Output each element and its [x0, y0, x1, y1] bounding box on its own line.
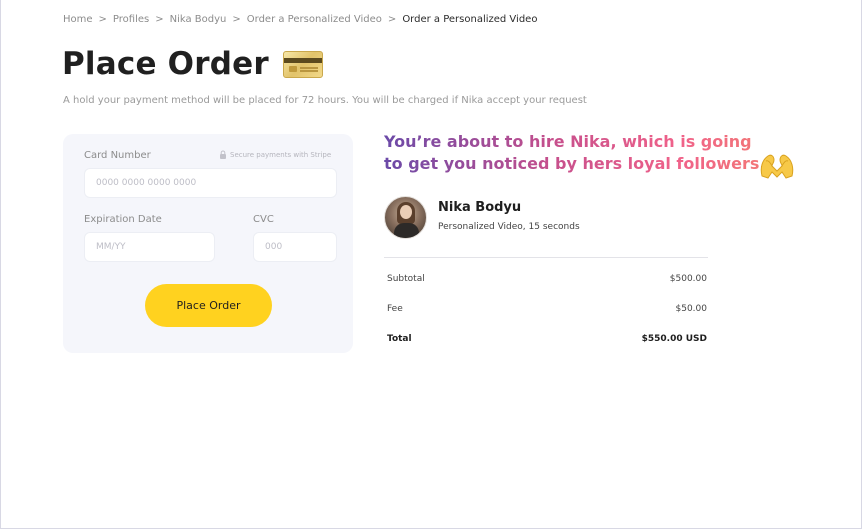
- breadcrumb: Home > Profiles > Nika Bodyu > Order a P…: [63, 14, 537, 25]
- breadcrumb-separator: >: [387, 14, 397, 25]
- heart-hands-icon: [758, 152, 796, 180]
- breadcrumb-current: Order a Personalized Video: [402, 14, 538, 25]
- page-title: Place Order: [62, 46, 269, 82]
- headline-line-1: You’re about to hire Nika, which is goin…: [384, 132, 752, 151]
- creator-name: Nika Bodyu: [438, 200, 522, 215]
- lock-icon: [219, 150, 227, 159]
- subtotal-value: $500.00: [669, 274, 707, 284]
- headline-line-2: to get you noticed by hers loyal followe…: [384, 154, 766, 173]
- order-headline: You’re about to hire Nika, which is goin…: [384, 131, 804, 175]
- page-subtitle: A hold your payment method will be place…: [63, 95, 587, 106]
- breadcrumb-order-video[interactable]: Order a Personalized Video: [247, 14, 382, 25]
- breadcrumb-separator: >: [232, 14, 241, 25]
- title-row: Place Order: [62, 46, 323, 82]
- creator-avatar: [384, 196, 427, 239]
- breadcrumb-separator: >: [155, 14, 164, 25]
- place-order-button[interactable]: Place Order: [145, 284, 272, 327]
- fee-label: Fee: [387, 304, 403, 314]
- breadcrumb-separator: >: [98, 14, 107, 25]
- total-value: $550.00 USD: [641, 334, 707, 344]
- credit-card-icon: [282, 50, 323, 78]
- expiration-date-label: Expiration Date: [84, 214, 162, 225]
- secure-payment-note: Secure payments with Stripe: [219, 150, 331, 159]
- card-number-input[interactable]: [84, 168, 337, 198]
- cvc-label: CVC: [253, 214, 274, 225]
- breadcrumb-profile-name[interactable]: Nika Bodyu: [170, 14, 227, 25]
- summary-divider: [384, 257, 708, 258]
- payment-card-form: Card Number Secure payments with Stripe …: [63, 134, 353, 353]
- breadcrumb-home[interactable]: Home: [63, 14, 93, 25]
- fee-value: $50.00: [675, 304, 708, 314]
- card-number-label: Card Number: [84, 150, 151, 161]
- subtotal-label: Subtotal: [387, 274, 425, 284]
- total-label: Total: [387, 334, 412, 344]
- order-product: Personalized Video, 15 seconds: [438, 222, 580, 232]
- breadcrumb-profiles[interactable]: Profiles: [113, 14, 149, 25]
- secure-note-text: Secure payments with Stripe: [230, 150, 332, 159]
- cvc-input[interactable]: [253, 232, 337, 262]
- expiration-date-input[interactable]: [84, 232, 215, 262]
